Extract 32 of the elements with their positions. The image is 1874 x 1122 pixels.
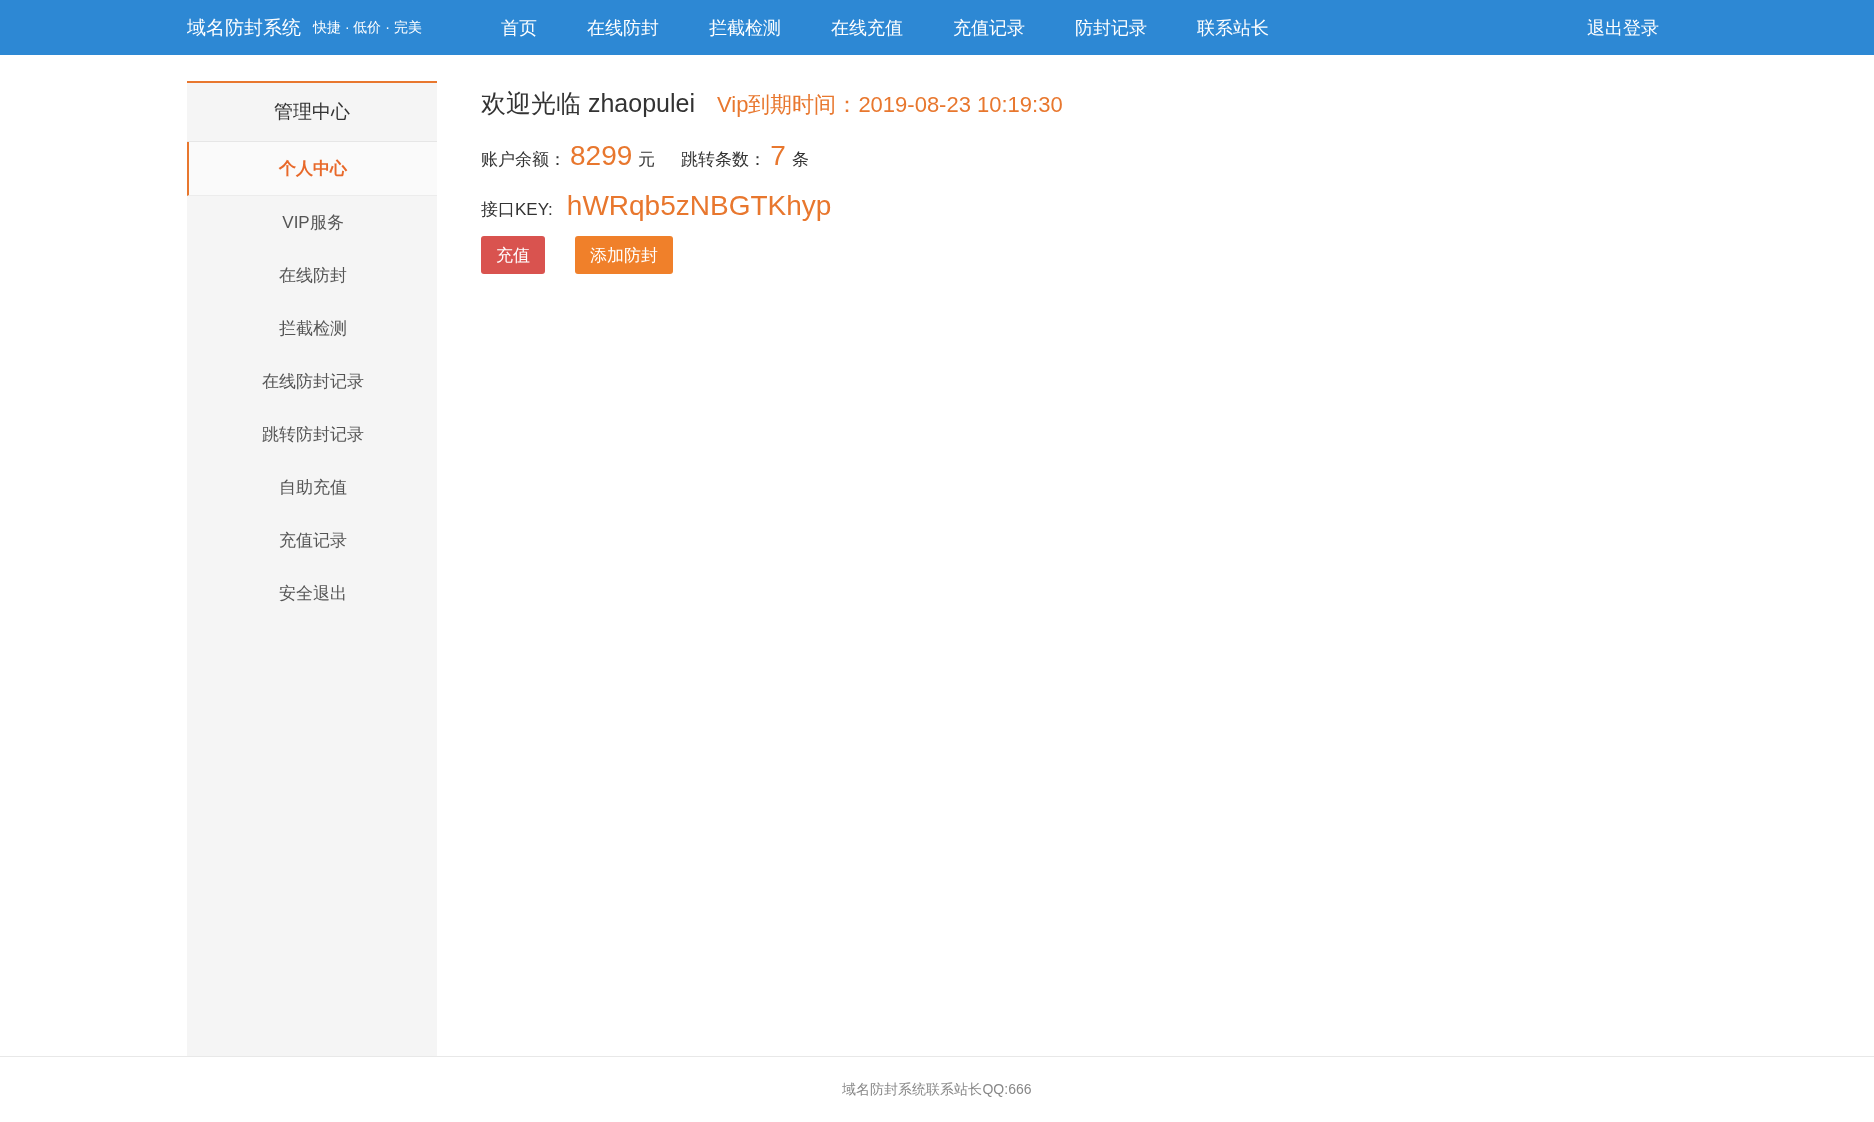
sidebar-item[interactable]: 在线防封: [187, 249, 437, 302]
nav-link[interactable]: 在线防封: [561, 15, 684, 40]
nav-link[interactable]: 充值记录: [927, 15, 1050, 40]
sidebar-item[interactable]: 在线防封记录: [187, 355, 437, 408]
logout-link[interactable]: 退出登录: [1562, 15, 1687, 40]
footer-text: 域名防封系统联系站长QQ:666: [842, 1080, 1032, 1099]
jumps-value: 7: [770, 140, 786, 172]
nav-link[interactable]: 防封记录: [1049, 15, 1172, 40]
sidebar-item[interactable]: 安全退出: [187, 567, 437, 620]
nav-link[interactable]: 拦截检测: [683, 15, 806, 40]
balance-label: 账户余额：: [481, 149, 566, 171]
add-protection-button[interactable]: 添加防封: [575, 236, 673, 274]
vip-expiry-text: Vip到期时间：2019-08-23 10:19:30: [717, 91, 1063, 119]
site-name[interactable]: 域名防封系统: [187, 14, 301, 41]
sidebar-item[interactable]: 自助充值: [187, 461, 437, 514]
nav-link[interactable]: 在线充值: [805, 15, 928, 40]
balance-unit: 元: [638, 149, 656, 171]
jumps-label: 跳转条数：: [681, 149, 767, 171]
jumps-unit: 条: [791, 149, 809, 171]
sidebar-item[interactable]: 个人中心: [187, 142, 437, 196]
api-key-label: 接口KEY:: [481, 199, 553, 221]
nav-link[interactable]: 首页: [475, 15, 562, 40]
welcome-text: 欢迎光临 zhaopulei: [481, 88, 695, 119]
recharge-button[interactable]: 充值: [481, 236, 545, 274]
sidebar-item[interactable]: 跳转防封记录: [187, 408, 437, 461]
sidebar-item[interactable]: 充值记录: [187, 514, 437, 567]
nav-link[interactable]: 联系站长: [1171, 15, 1294, 40]
sidebar-item[interactable]: VIP服务: [187, 196, 437, 249]
site-slogan: 快捷 · 低价 · 完美: [313, 18, 422, 37]
api-key-value: hWRqb5zNBGTKhyp: [566, 190, 832, 222]
sidebar-item[interactable]: 拦截检测: [187, 302, 437, 355]
balance-value: 8299: [570, 140, 633, 172]
